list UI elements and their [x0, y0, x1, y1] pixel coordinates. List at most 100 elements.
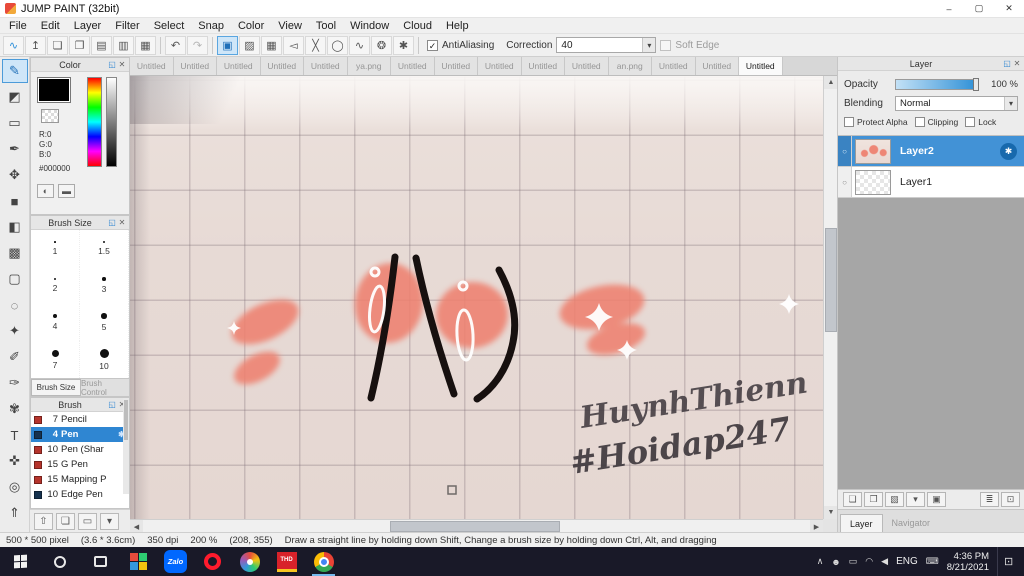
brush-size-option[interactable]: 4: [31, 304, 80, 341]
gradient-tool-icon[interactable]: ▩: [2, 241, 28, 265]
snap-ellipse-icon[interactable]: ◯: [327, 35, 348, 55]
color-wheel-icon[interactable]: ◐: [37, 184, 54, 198]
document-tab[interactable]: ya.png: [347, 57, 391, 75]
document-tab[interactable]: Untitled: [391, 57, 435, 75]
taskbar-clock[interactable]: 4:36 PM 8/21/2021: [947, 551, 989, 573]
brush-list-item[interactable]: 4 Pen ✱: [31, 427, 129, 442]
color-bar-icon[interactable]: ▬: [58, 184, 75, 198]
brush-list-scrollbar[interactable]: [123, 398, 129, 494]
contact-icon[interactable]: ☻: [831, 557, 840, 567]
document-tab[interactable]: Untitled: [652, 57, 696, 75]
clipping-checkbox[interactable]: Clipping: [914, 117, 958, 127]
brush-list-item[interactable]: 15 Mapping P ✱: [31, 472, 129, 487]
brush-size-option[interactable]: 5: [80, 304, 129, 341]
fill-rect-tool-icon[interactable]: ■: [2, 189, 28, 213]
tab-layer[interactable]: Layer: [840, 514, 883, 532]
layer-visibility-icon[interactable]: ○: [838, 136, 852, 166]
zoom-tool-icon[interactable]: ◎: [2, 475, 28, 499]
snap-cross-icon[interactable]: ╳: [305, 35, 326, 55]
layer-menu-icon[interactable]: ▾: [906, 492, 925, 507]
export-icon[interactable]: ↥: [25, 35, 46, 55]
snap-radial-icon[interactable]: ❂: [371, 35, 392, 55]
opacity-slider-handle[interactable]: [973, 78, 979, 91]
menu-item[interactable]: Layer: [67, 20, 109, 32]
brush-stroke-icon[interactable]: ∿: [3, 35, 24, 55]
pages-icon[interactable]: ▤: [91, 35, 112, 55]
close-icon[interactable]: ✕: [117, 60, 127, 69]
brush-list-item[interactable]: 15 G Pen ✱: [31, 457, 129, 472]
scroll-down-arrow-icon[interactable]: ▼: [824, 506, 838, 519]
foreground-color-swatch[interactable]: [37, 77, 71, 103]
panel-grid-icon[interactable]: ▦: [135, 35, 156, 55]
tab-brush-control[interactable]: Brush Control: [81, 379, 129, 397]
close-icon[interactable]: ✕: [1012, 59, 1022, 68]
copy-pages-icon[interactable]: ▥: [113, 35, 134, 55]
hidden-icons-icon[interactable]: ∧: [817, 556, 824, 567]
snap-settings-icon[interactable]: ✱: [393, 35, 414, 55]
canvas-vertical-scrollbar[interactable]: ▲ ▼: [823, 76, 838, 519]
taskbar-app-chrome[interactable]: [305, 547, 342, 576]
snap-off-icon[interactable]: ▣: [217, 35, 238, 55]
document-tab[interactable]: Untitled: [130, 57, 174, 75]
tab-brush-size[interactable]: Brush Size: [31, 379, 81, 396]
chat-icon[interactable]: ❐: [69, 35, 90, 55]
select-pen-tool-icon[interactable]: ✐: [2, 345, 28, 369]
hue-bar[interactable]: [87, 77, 102, 167]
text-tool-icon[interactable]: T: [2, 423, 28, 447]
folder-layer-icon[interactable]: ▣: [927, 492, 946, 507]
tab-navigator[interactable]: Navigator: [883, 514, 940, 532]
snap-parallel-icon[interactable]: ▨: [239, 35, 260, 55]
antialiasing-checkbox[interactable]: ✓ AntiAliasing: [427, 39, 494, 51]
document-tab[interactable]: Untitled: [173, 57, 217, 75]
document-tab[interactable]: Untitled: [521, 57, 565, 75]
merge-layer-icon[interactable]: ≣: [980, 492, 999, 507]
document-tab[interactable]: Untitled: [565, 57, 609, 75]
snap-horizontal-icon[interactable]: ◅: [283, 35, 304, 55]
taskbar-app-zalo[interactable]: Zalo: [157, 547, 194, 576]
action-center-icon[interactable]: ⊡: [997, 547, 1019, 576]
document-tab[interactable]: Untitled: [739, 57, 783, 75]
brush-list-item[interactable]: 10 Edge Pen ✱: [31, 487, 129, 502]
taskbar-app-paint[interactable]: [231, 547, 268, 576]
popout-icon[interactable]: ◱: [107, 60, 117, 69]
comment-icon[interactable]: ❏: [47, 35, 68, 55]
menu-item[interactable]: Filter: [108, 20, 146, 32]
brush-size-option[interactable]: 7: [31, 341, 80, 378]
search-button[interactable]: [40, 547, 80, 576]
open-folder-icon[interactable]: ▭: [78, 512, 97, 530]
delete-layer-icon[interactable]: ⊡: [1001, 492, 1020, 507]
task-view-button[interactable]: [80, 547, 120, 576]
layer-row[interactable]: ○ Layer1 ✱: [838, 167, 1024, 198]
vertical-scroll-thumb[interactable]: [825, 228, 837, 332]
add-layer-icon[interactable]: ❏: [843, 492, 862, 507]
scroll-up-icon[interactable]: ⇑: [2, 501, 28, 525]
taskbar-app-thd[interactable]: THD: [268, 547, 305, 576]
brush-list-item[interactable]: 7 Pencil ✱: [31, 412, 129, 427]
volume-icon[interactable]: ◀: [881, 556, 888, 567]
scroll-up-arrow-icon[interactable]: ▲: [824, 76, 838, 89]
correction-dropdown[interactable]: 40 ▾: [556, 37, 657, 53]
menu-item[interactable]: Color: [231, 20, 271, 32]
document-tab[interactable]: Untitled: [260, 57, 304, 75]
protect-alpha-checkbox[interactable]: Protect Alpha: [844, 117, 908, 127]
document-tab[interactable]: an.png: [608, 57, 652, 75]
snap-grid-icon[interactable]: ▦: [261, 35, 282, 55]
lock-checkbox[interactable]: Lock: [965, 117, 996, 127]
menu-item[interactable]: Cloud: [396, 20, 439, 32]
document-tab[interactable]: Untitled: [434, 57, 478, 75]
duplicate-layer-icon[interactable]: ❐: [864, 492, 883, 507]
more-options-icon[interactable]: ▾: [100, 512, 119, 530]
redo-icon[interactable]: ↷: [187, 35, 208, 55]
menu-item[interactable]: Tool: [309, 20, 343, 32]
document-tab[interactable]: Untitled: [304, 57, 348, 75]
import-image-icon[interactable]: ▧: [885, 492, 904, 507]
brush-size-option[interactable]: 1: [31, 230, 80, 267]
menu-item[interactable]: Help: [439, 20, 476, 32]
layer-visibility-icon[interactable]: ○: [838, 167, 852, 197]
menu-item[interactable]: Edit: [34, 20, 67, 32]
hand-tool-icon[interactable]: ✜: [2, 449, 28, 473]
horizontal-scroll-thumb[interactable]: [390, 521, 560, 532]
menu-item[interactable]: File: [2, 20, 34, 32]
dip-pen-tool-icon[interactable]: ✒: [2, 137, 28, 161]
pen-tool-icon[interactable]: ✎: [1, 59, 28, 83]
